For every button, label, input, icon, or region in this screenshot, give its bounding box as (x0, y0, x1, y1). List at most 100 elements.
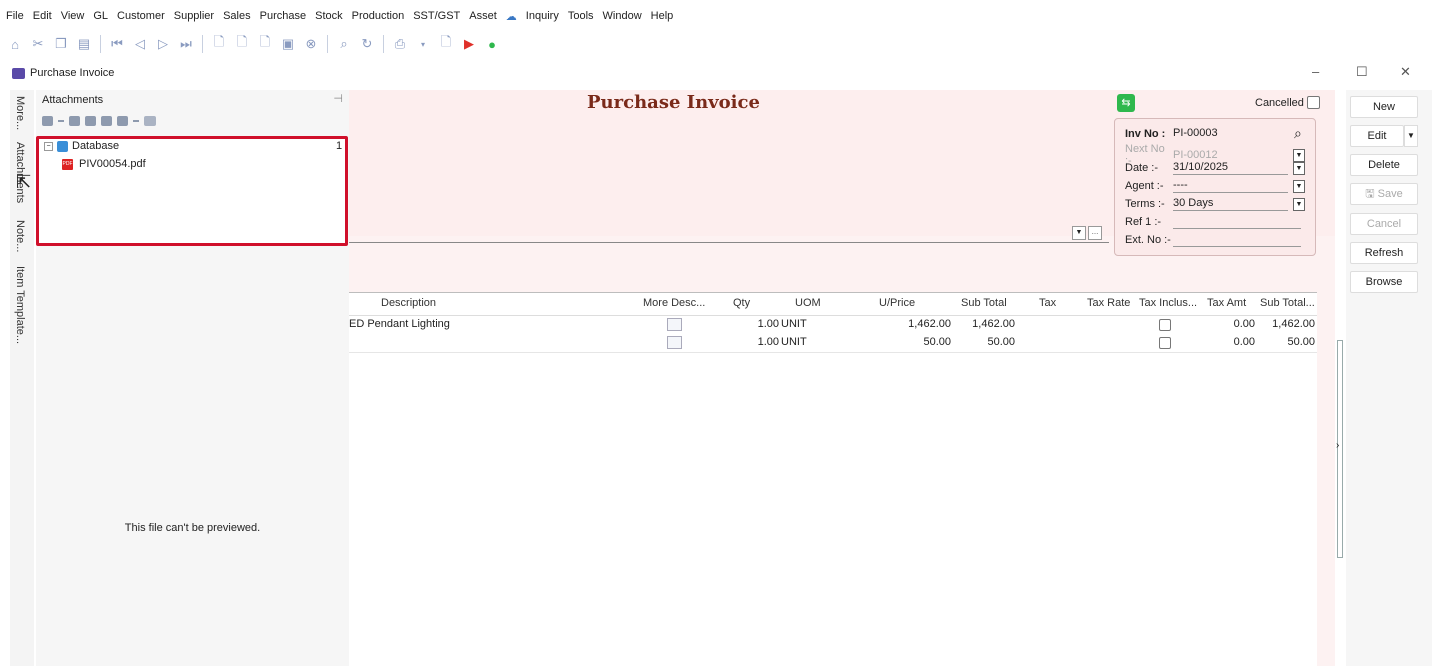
cell-qty[interactable]: 1.00 (729, 318, 779, 330)
chevron-down-icon[interactable]: ▼ (1293, 197, 1305, 211)
dropdown-icon[interactable] (133, 120, 139, 122)
col-subtotal2[interactable]: Sub Total... (1260, 297, 1315, 309)
tab-item-template[interactable]: Item Template... (14, 266, 26, 344)
delete-button[interactable]: Delete (1350, 154, 1418, 176)
document-edit-icon[interactable]: 🗋 (235, 34, 249, 52)
share-icon[interactable]: ⇆ (1117, 94, 1135, 112)
whatsapp-icon[interactable]: ● (485, 36, 499, 52)
ref1-field[interactable] (1173, 215, 1301, 229)
cell-uprice[interactable]: 50.00 (879, 336, 951, 348)
menu-purchase[interactable]: Purchase (260, 10, 306, 26)
print-dropdown-icon[interactable]: ▾ (416, 36, 430, 52)
home-icon[interactable]: ⌂ (8, 36, 22, 52)
tab-more[interactable]: More... (14, 96, 26, 130)
cell-qty[interactable]: 1.00 (729, 336, 779, 348)
menu-window[interactable]: Window (603, 10, 642, 26)
cell-uom[interactable]: UNIT (781, 318, 807, 330)
col-taxamt[interactable]: Tax Amt (1207, 297, 1246, 309)
tax-inclusive-checkbox[interactable] (1159, 337, 1171, 349)
last-record-icon[interactable]: ⏭ (179, 36, 193, 52)
save-attachment-icon[interactable] (101, 116, 112, 126)
cell-subtotal2[interactable]: 1,462.00 (1257, 318, 1315, 330)
document-delete-icon[interactable]: 🗋 (258, 34, 272, 52)
agent-field[interactable]: ---- (1173, 179, 1288, 193)
edit-dropdown-icon[interactable]: ▼ (1404, 125, 1418, 147)
next-record-icon[interactable]: ▷ (156, 36, 170, 52)
memo-icon[interactable] (667, 336, 682, 349)
cut-icon[interactable]: ✂ (31, 36, 45, 52)
cell-subtotal2[interactable]: 50.00 (1257, 336, 1315, 348)
minimize-icon[interactable]: – (1312, 64, 1319, 79)
document-new-icon[interactable]: 🗋 (212, 34, 226, 52)
col-qty[interactable]: Qty (733, 297, 750, 309)
cloud-upload-icon[interactable] (144, 116, 156, 126)
supplier-name-field[interactable] (349, 230, 1109, 243)
new-button[interactable]: New (1350, 96, 1418, 118)
attachment-options-icon[interactable] (117, 116, 128, 126)
chevron-down-icon[interactable]: ▼ (1293, 148, 1305, 162)
close-icon[interactable]: ✕ (1400, 64, 1411, 80)
search-icon[interactable]: ⌕ (337, 36, 351, 52)
menu-view[interactable]: View (61, 10, 85, 26)
memo-icon[interactable] (667, 318, 682, 331)
menu-tools[interactable]: Tools (568, 10, 594, 26)
menu-production[interactable]: Production (352, 10, 405, 26)
open-attachment-icon[interactable] (69, 116, 80, 126)
menu-gl[interactable]: GL (93, 10, 108, 26)
col-description[interactable]: Description (381, 297, 436, 309)
preview-icon[interactable]: 🗋 (439, 34, 453, 52)
menu-file[interactable]: File (6, 10, 24, 26)
col-taxrate[interactable]: Tax Rate (1087, 297, 1130, 309)
col-subtotal[interactable]: Sub Total (961, 297, 1007, 309)
cell-taxamt[interactable]: 0.00 (1205, 336, 1255, 348)
chevron-down-icon[interactable]: ▼ (1293, 179, 1305, 193)
refresh-button[interactable]: Refresh (1350, 242, 1418, 264)
edit-button[interactable]: Edit (1350, 125, 1404, 147)
table-row[interactable]: ED Pendant Lighting 1.00 UNIT 1,462.00 1… (349, 316, 1317, 335)
chevron-right-icon[interactable]: › (1336, 440, 1339, 451)
col-more-desc[interactable]: More Desc... (643, 297, 705, 309)
paste-icon[interactable]: ▤ (77, 36, 91, 52)
tab-note[interactable]: Note... (14, 220, 26, 252)
terms-field[interactable]: 30 Days (1173, 197, 1288, 211)
pin-icon[interactable]: ⊣ (333, 92, 343, 105)
chevron-down-icon[interactable]: ▼ (1072, 226, 1086, 240)
maximize-icon[interactable]: ☐ (1356, 64, 1368, 80)
edit-attachment-icon[interactable] (85, 116, 96, 126)
cell-taxamt[interactable]: 0.00 (1205, 318, 1255, 330)
menu-stock[interactable]: Stock (315, 10, 343, 26)
col-tax[interactable]: Tax (1039, 297, 1056, 309)
menu-sales[interactable]: Sales (223, 10, 251, 26)
cancelled-checkbox[interactable] (1306, 96, 1320, 109)
tax-inclusive-checkbox[interactable] (1159, 319, 1171, 331)
cell-subtotal[interactable]: 50.00 (955, 336, 1015, 348)
col-taxincl[interactable]: Tax Inclus... (1139, 297, 1197, 309)
dropdown-icon[interactable] (58, 120, 64, 122)
date-field[interactable]: 31/10/2025 (1173, 161, 1288, 175)
ext-no-field[interactable] (1173, 233, 1301, 247)
refresh-icon[interactable]: ↻ (360, 36, 374, 52)
table-row[interactable]: 1.00 UNIT 50.00 50.00 0.00 50.00 (349, 334, 1317, 353)
print-icon[interactable]: ⎙ (393, 36, 407, 52)
menu-asset[interactable]: Asset (469, 10, 497, 26)
cell-uom[interactable]: UNIT (781, 336, 807, 348)
col-uprice[interactable]: U/Price (879, 297, 915, 309)
youtube-icon[interactable]: ▶ (462, 36, 476, 52)
first-record-icon[interactable]: ⏮ (110, 36, 124, 52)
menu-customer[interactable]: Customer (117, 10, 165, 26)
ellipsis-icon[interactable]: … (1088, 226, 1102, 240)
cancel-icon[interactable]: ⊗ (304, 36, 318, 52)
cell-subtotal[interactable]: 1,462.00 (955, 318, 1015, 330)
menu-sst-gst[interactable]: SST/GST (413, 10, 460, 26)
menu-supplier[interactable]: Supplier (174, 10, 214, 26)
browse-button[interactable]: Browse (1350, 271, 1418, 293)
search-icon[interactable]: ⌕ (1294, 125, 1302, 142)
add-attachment-icon[interactable] (42, 116, 53, 126)
cell-uprice[interactable]: 1,462.00 (879, 318, 951, 330)
previous-record-icon[interactable]: ◁ (133, 36, 147, 52)
save-icon[interactable]: ▣ (281, 36, 295, 52)
cell-description[interactable]: ED Pendant Lighting (349, 318, 450, 330)
col-uom[interactable]: UOM (795, 297, 821, 309)
menu-help[interactable]: Help (651, 10, 674, 26)
menu-inquiry[interactable]: Inquiry (526, 10, 559, 26)
